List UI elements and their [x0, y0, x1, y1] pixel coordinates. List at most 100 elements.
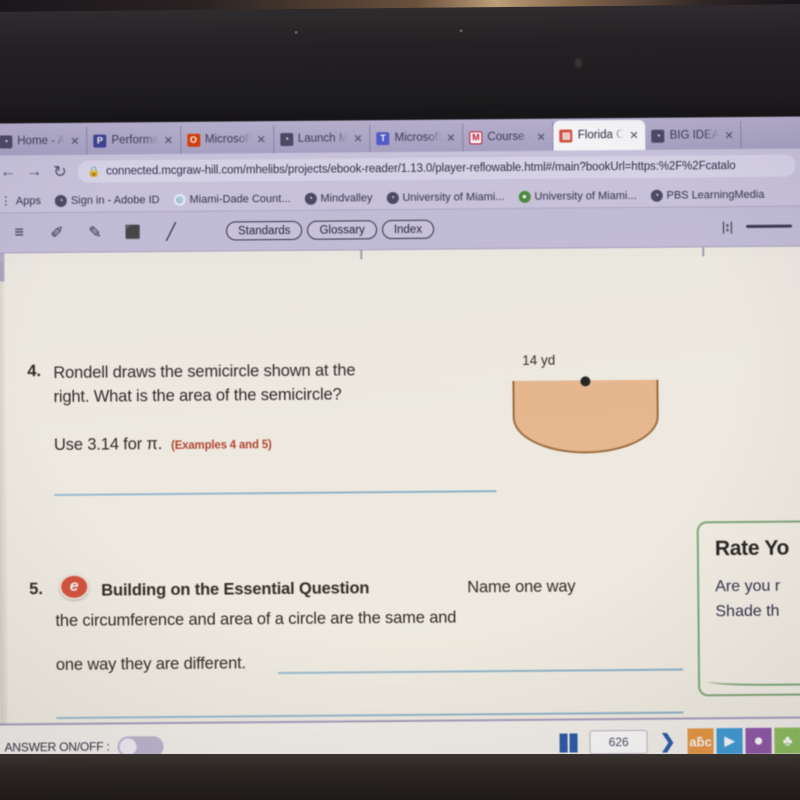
bezel-speck: [459, 29, 463, 33]
vocab-icon[interactable]: aƃc: [687, 728, 714, 755]
forward-icon[interactable]: →: [25, 163, 42, 181]
tab-close-icon[interactable]: ✕: [70, 134, 79, 147]
resource-app-icons: aƃc ▶ ● ♣: [687, 727, 800, 755]
bookmark-label: Sign in - Adobe ID: [70, 193, 160, 207]
next-page-icon[interactable]: ❯: [660, 731, 676, 752]
bookmark-item[interactable]: ◎ Miami-Dade Count...: [173, 192, 291, 206]
question-5-line-2: the circumference and area of a circle a…: [55, 608, 457, 631]
standards-button[interactable]: Standards: [226, 220, 303, 241]
zoom-slider[interactable]: [746, 224, 793, 228]
tab-title: Florida C: [577, 129, 625, 142]
highlighter-icon[interactable]: ✐: [38, 219, 76, 245]
glossary-button[interactable]: Glossary: [307, 220, 377, 240]
bookmark-item[interactable]: ◔ PBS LearningMedia: [650, 188, 765, 202]
browser-tab[interactable]: ◔ Home - A ✕: [0, 126, 88, 156]
examples-reference: (Examples 4 and 5): [170, 439, 272, 452]
bookmark-item[interactable]: ◔ Sign in - Adobe ID: [54, 193, 160, 207]
rate-yourself-line-1: Are you r: [715, 577, 781, 596]
question-4-line-1: Rondell draws the semicircle shown at th…: [53, 361, 356, 383]
globe-icon: ◔: [304, 192, 317, 205]
globe-icon: ◔: [54, 194, 67, 207]
question-4-answer-line[interactable]: [54, 490, 497, 496]
ebook-page-content: 4. Rondell draws the semicircle shown at…: [0, 246, 800, 724]
question-5-line-3: one way they are different.: [55, 654, 247, 675]
apps-grid-icon: ⋮: [0, 195, 12, 208]
reader-toolbar: ≡ ✐ ✎ ⬛ ╱ Standards Glossary Index |↕|: [0, 206, 800, 254]
two-page-spread-icon[interactable]: [559, 732, 578, 753]
bookmark-item[interactable]: ◔ Mindvalley: [304, 192, 372, 205]
rate-yourself-body: Are you r Shade th: [715, 575, 780, 625]
tab-favicon-icon: O: [186, 133, 201, 147]
column-tick: [360, 250, 362, 260]
tab-title: Home - A: [17, 134, 66, 148]
browser-tab[interactable]: ◔ BIG IDEA ✕: [645, 121, 742, 150]
address-bar[interactable]: 🔒 connected.mcgraw-hill.com/mhelibs/proj…: [77, 154, 796, 183]
tab-favicon-icon: P: [93, 134, 107, 148]
answer-toggle-label: ANSWER ON/OFF :: [4, 739, 110, 755]
tab-close-icon[interactable]: ✕: [257, 133, 266, 146]
globe-icon: ◎: [173, 193, 186, 206]
tab-close-icon[interactable]: ✕: [353, 132, 362, 145]
rate-yourself-line-2: Shade th: [715, 602, 780, 621]
tab-title: Launch M: [297, 132, 349, 145]
essential-question-badge-icon: e: [59, 573, 90, 600]
pen-line-icon[interactable]: ╱: [152, 218, 190, 244]
reload-icon[interactable]: ↻: [51, 162, 68, 182]
question-5-answer-line-1[interactable]: [277, 668, 683, 674]
browser-tab[interactable]: ◔ Launch M ✕: [273, 124, 371, 154]
bookmark-apps[interactable]: ⋮ Apps: [0, 194, 41, 208]
browser-tab[interactable]: T Microsoft ✕: [370, 123, 464, 153]
site-icon: ●: [518, 190, 531, 203]
semicircle-figure: 14 yd: [500, 351, 691, 468]
back-icon[interactable]: ←: [0, 163, 17, 181]
resize-vertical-icon[interactable]: |↕|: [722, 219, 732, 234]
bookmark-label: University of Miami...: [402, 190, 505, 204]
pi-symbol: π.: [146, 435, 163, 454]
question-5-line-1-rest: Name one way: [467, 577, 576, 597]
bookmark-icon[interactable]: ⬛: [114, 219, 152, 245]
bookmark-label: PBS LearningMedia: [666, 188, 765, 202]
index-button[interactable]: Index: [381, 219, 435, 240]
laptop-screen: ◔ Home - A ✕ P Performa ✕ O Microsoft ✕ …: [0, 116, 800, 782]
question-5-number: 5.: [29, 580, 44, 599]
column-tick: [702, 247, 704, 257]
bookmark-label: Mindvalley: [320, 191, 373, 205]
tab-title: Microsoft: [394, 131, 442, 145]
browser-tab-active[interactable]: ▤ Florida C ✕: [553, 119, 646, 151]
browser-tab[interactable]: O Microsoft ✕: [180, 125, 274, 154]
bookmark-item[interactable]: ● University of Miami...: [518, 189, 637, 203]
tab-title: Course -: [487, 130, 532, 144]
laptop-bezel: [0, 4, 800, 136]
webcam-icon: [574, 58, 582, 69]
tab-close-icon[interactable]: ✕: [446, 131, 455, 144]
rate-yourself-bottom-curve: [707, 672, 800, 687]
worksheet-sheet: 4. Rondell draws the semicircle shown at…: [4, 255, 800, 724]
address-bar-url: connected.mcgraw-hill.com/mhelibs/projec…: [105, 160, 736, 178]
tab-title: Performa: [111, 134, 159, 147]
tab-close-icon[interactable]: ✕: [536, 130, 545, 143]
figure-diameter-label: 14 yd: [522, 352, 556, 368]
tab-favicon-icon: T: [376, 131, 390, 145]
browser-tab[interactable]: P Performa ✕: [87, 125, 182, 155]
group-people-icon[interactable]: ♣: [774, 727, 800, 754]
tab-close-icon[interactable]: ✕: [629, 128, 638, 141]
chat-bubble-icon[interactable]: ●: [745, 727, 772, 754]
rate-yourself-title: Rate Yo: [714, 536, 790, 561]
laptop-deck: [0, 754, 800, 800]
globe-icon: ◔: [650, 189, 663, 202]
video-play-icon[interactable]: ▶: [716, 728, 743, 755]
browser-tab[interactable]: M Course - ✕: [463, 122, 554, 152]
bottom-bar-right: 626 ❯ aƃc ▶ ● ♣: [559, 727, 800, 756]
menu-lines-icon[interactable]: ≡: [0, 220, 38, 246]
page-number-input[interactable]: 626: [589, 729, 648, 755]
bookmark-item[interactable]: ◔ University of Miami...: [386, 190, 505, 204]
question-4-line-2: right. What is the area of the semicircl…: [53, 385, 342, 407]
question-4-number: 4.: [27, 362, 42, 381]
figure-semicircle-shape: [512, 379, 660, 455]
bookmark-label: Miami-Dade Count...: [189, 192, 291, 206]
question-4-line-3: Use 3.14 for π. (Examples 4 and 5): [54, 430, 494, 457]
pencil-icon[interactable]: ✎: [76, 219, 114, 245]
bookmark-label: Apps: [15, 194, 41, 207]
tab-close-icon[interactable]: ✕: [724, 129, 733, 142]
tab-close-icon[interactable]: ✕: [164, 133, 173, 146]
